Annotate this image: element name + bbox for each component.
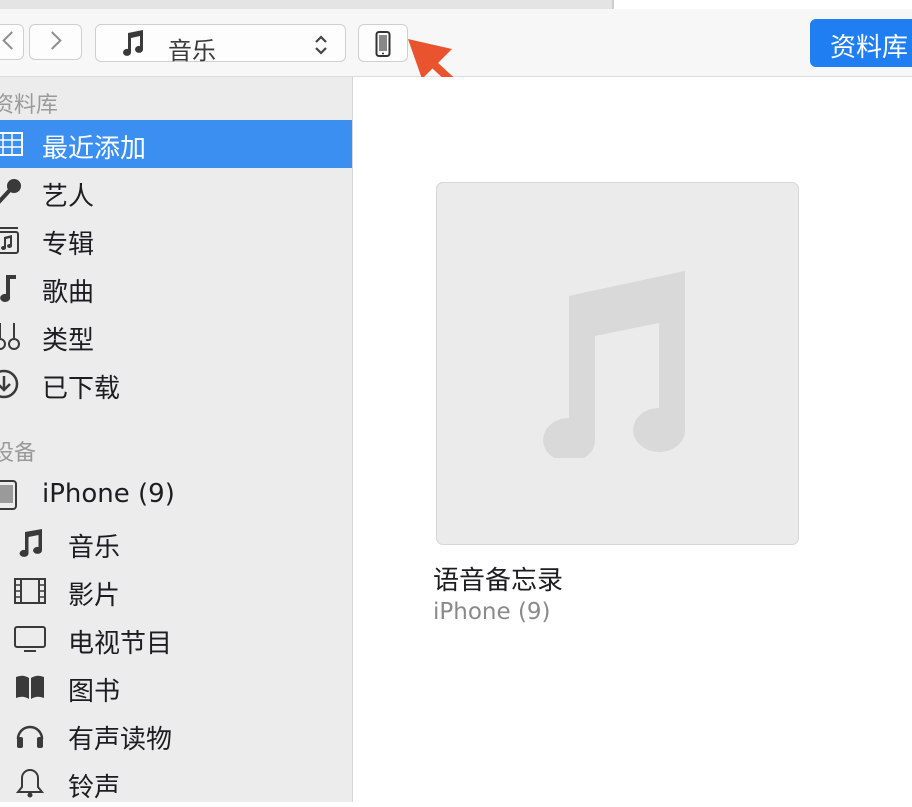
device-item-books[interactable]: 图书 [0,663,352,711]
sidebar-item-downloaded[interactable]: 已下载 [0,360,352,408]
music-note-icon [19,529,43,557]
device-item-movies[interactable]: 影片 [0,567,352,615]
guitar-icon [0,323,20,350]
sidebar-item-recently-added[interactable]: 最近添加 [0,120,352,168]
main-content: 语音备忘录 iPhone (9) [353,77,912,802]
library-button-label: 资料库 [830,33,909,63]
chevron-right-icon [43,31,62,50]
media-kind-label: 音乐 [168,37,216,65]
library-section-header: 资料库 [0,93,59,118]
tv-icon [14,626,46,652]
film-icon [14,578,46,604]
sidebar-item-label: 电视节目 [68,629,173,659]
devices-section-header: 设备 [0,441,37,466]
microphone-icon [0,179,21,204]
library-button[interactable]: 资料库 [810,19,912,67]
sidebar-item-label: 歌曲 [42,278,95,308]
sidebar-item-label: 铃声 [68,773,121,803]
iphone-icon [375,31,391,57]
sidebar-item-label: 影片 [68,581,121,611]
bell-icon [15,768,45,798]
device-item-ringtones[interactable]: 铃声 [0,759,352,807]
music-note-icon [123,30,144,56]
album-title[interactable]: 语音备忘录 [433,560,563,597]
title-bar-segment [0,0,612,9]
music-note-icon [0,275,16,302]
sidebar-item-iphone[interactable]: iPhone (9) [0,471,352,519]
album-icon [0,227,19,254]
title-bar-divider [612,0,614,9]
sidebar-item-songs[interactable]: 歌曲 [0,264,352,312]
headphones-icon [16,725,44,748]
recently-added-icon [0,132,23,156]
sidebar-item-label: 音乐 [68,533,121,563]
sidebar-item-label: 最近添加 [42,134,147,164]
device-item-tv-shows[interactable]: 电视节目 [0,615,352,663]
sidebar-item-genres[interactable]: 类型 [0,312,352,360]
sidebar-item-label: 专辑 [42,230,95,260]
forward-button[interactable] [29,24,82,60]
sidebar-item-label: 有声读物 [68,725,173,755]
chevron-left-icon [2,31,21,50]
sidebar-item-label: 艺人 [42,182,95,212]
device-item-audiobooks[interactable]: 有声读物 [0,711,352,759]
download-icon [0,369,19,399]
sidebar-item-artists[interactable]: 艺人 [0,168,352,216]
up-down-chevron-icon [315,35,327,55]
sidebar-item-albums[interactable]: 专辑 [0,216,352,264]
music-note-icon [543,271,686,458]
window-top-strip [0,0,912,9]
iphone-icon [0,480,17,510]
device-name: iPhone (9) [42,479,175,509]
sidebar-item-label: 类型 [42,326,95,356]
sidebar: 资料库 最近添加 艺人 专辑 歌曲 类型 已下载 设备 iPhone (9) 音… [0,77,353,803]
album-artwork[interactable] [436,182,799,545]
media-kind-selector[interactable]: 音乐 [95,24,346,65]
device-item-music[interactable]: 音乐 [0,519,352,567]
sidebar-item-label: 图书 [68,677,121,707]
album-subtitle: iPhone (9) [433,599,551,625]
book-icon [16,675,44,699]
back-button[interactable] [0,24,24,60]
sidebar-item-label: 已下载 [42,374,121,404]
